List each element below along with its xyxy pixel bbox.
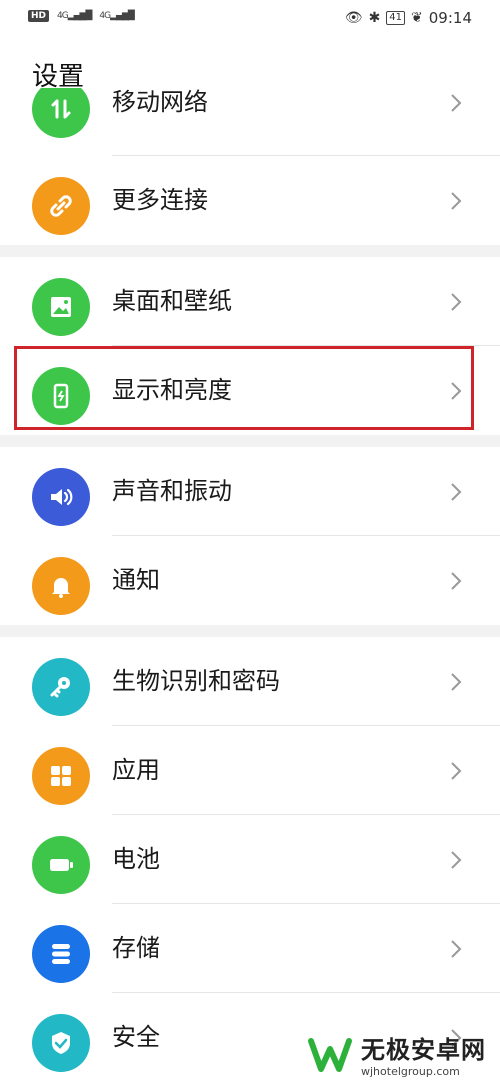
settings-item-storage[interactable]: 存储 (0, 904, 500, 993)
settings-item-biometrics-password[interactable]: 生物识别和密码 (0, 637, 500, 726)
settings-item-label: 通知 (112, 566, 160, 594)
settings-item-label: 更多连接 (112, 186, 208, 214)
chevron-right-icon (450, 447, 462, 536)
clock: 09:14 (428, 9, 472, 27)
chevron-right-icon (450, 156, 462, 245)
settings-item-label: 桌面和壁纸 (112, 287, 232, 315)
watermark-url: wjhotelgroup.com (361, 1065, 460, 1078)
watermark-name: 无极安卓网 (361, 1036, 486, 1064)
settings-item-label: 声音和振动 (112, 477, 232, 505)
hd-badge: HD (28, 10, 50, 22)
image-icon (32, 278, 90, 336)
mobile-network-icon (32, 88, 90, 138)
leaf-icon: ❦ (411, 10, 423, 26)
settings-list: 移动网络 更多连接 桌面和壁纸 显示和亮度 声音和振动 通知 生物识别和密码 应… (0, 88, 500, 1082)
chevron-right-icon (450, 815, 462, 904)
settings-item-label: 电池 (112, 845, 160, 873)
key-icon (32, 658, 90, 716)
settings-item-wallpaper[interactable]: 桌面和壁纸 (0, 257, 500, 346)
settings-item-label: 应用 (112, 756, 160, 784)
settings-item-label: 移动网络 (112, 88, 208, 116)
section-gap (0, 625, 500, 637)
section-gap (0, 435, 500, 447)
link-icon (32, 177, 90, 235)
watermark: 无极安卓网 wjhotelgroup.com (307, 1030, 486, 1078)
status-left: HD 4G▂▄▆█ 4G▂▄▆█ (28, 10, 135, 22)
chevron-right-icon (450, 726, 462, 815)
watermark-logo-icon (308, 1038, 352, 1072)
chevron-right-icon (450, 257, 462, 346)
apps-grid-icon (32, 747, 90, 805)
signal-label: 4G (57, 11, 69, 21)
settings-item-apps[interactable]: 应用 (0, 726, 500, 815)
section-gap (0, 245, 500, 257)
signal-icon: 4G▂▄▆█ (57, 11, 92, 21)
settings-item-label: 生物识别和密码 (112, 667, 280, 695)
settings-item-label: 存储 (112, 934, 160, 962)
chevron-right-icon (450, 88, 462, 147)
settings-item-more-connections[interactable]: 更多连接 (0, 156, 500, 245)
settings-item-sound-vibration[interactable]: 声音和振动 (0, 447, 500, 536)
settings-item-label: 安全 (112, 1023, 160, 1051)
eye-icon: 👁 (344, 10, 363, 26)
battery-icon (32, 836, 90, 894)
bell-icon (32, 557, 90, 615)
settings-item-mobile-network[interactable]: 移动网络 (0, 88, 500, 156)
battery-indicator: 41 (386, 11, 406, 25)
status-bar: HD 4G▂▄▆█ 4G▂▄▆█ 👁 ✱ 41 ❦ 09:14 (0, 0, 500, 36)
chevron-right-icon (450, 904, 462, 993)
signal-icon: 4G▂▄▆█ (99, 11, 134, 21)
status-right: 👁 ✱ 41 ❦ 09:14 (345, 9, 472, 27)
settings-item-battery[interactable]: 电池 (0, 815, 500, 904)
signal-label: 4G (99, 11, 111, 21)
settings-item-notifications[interactable]: 通知 (0, 536, 500, 625)
speaker-icon (32, 468, 90, 526)
bluetooth-icon: ✱ (368, 10, 381, 26)
storage-icon (32, 925, 90, 983)
shield-icon (32, 1014, 90, 1072)
chevron-right-icon (450, 637, 462, 726)
highlight-box (14, 346, 474, 430)
chevron-right-icon (450, 536, 462, 625)
